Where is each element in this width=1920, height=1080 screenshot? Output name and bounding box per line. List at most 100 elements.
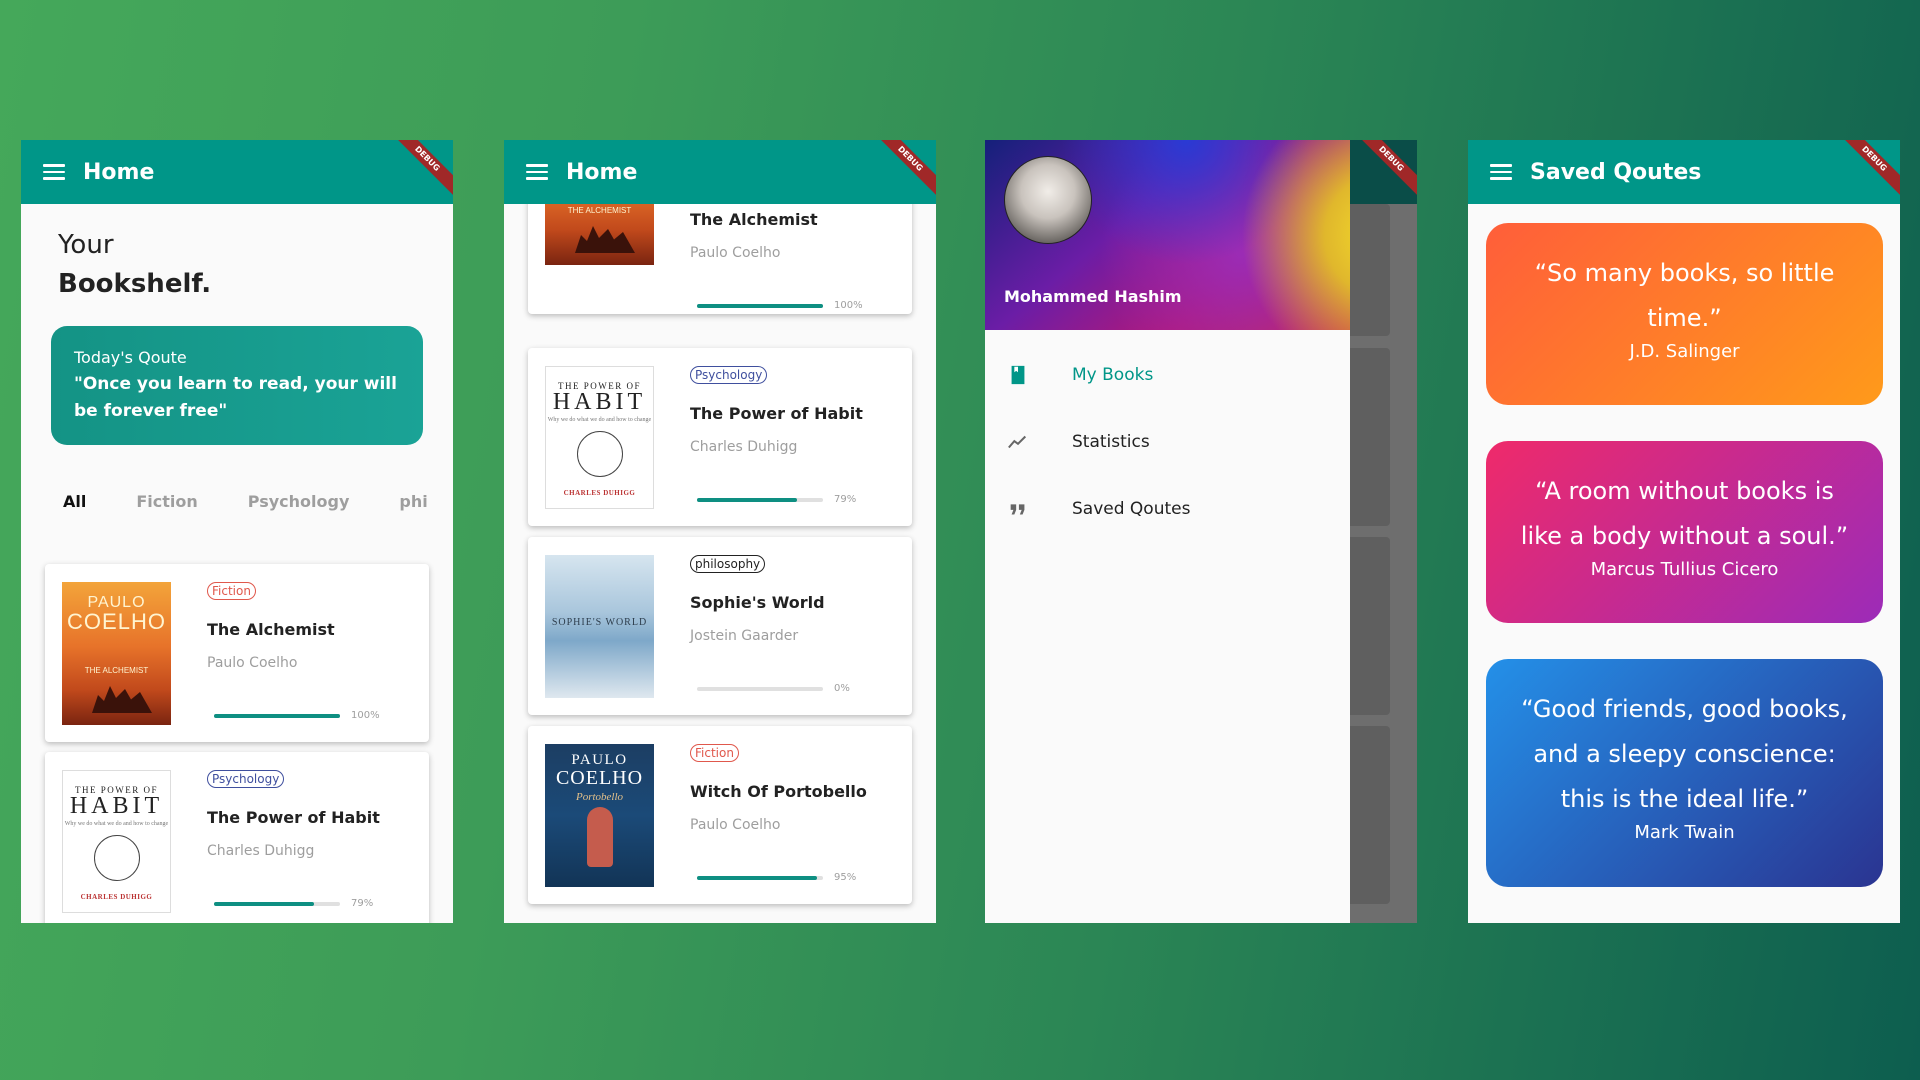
- progress-fill: [214, 902, 314, 906]
- tab-all[interactable]: All: [63, 492, 86, 511]
- book-title: Witch Of Portobello: [690, 782, 867, 801]
- book-title: Sophie's World: [690, 593, 825, 612]
- book-cover-habit: THE POWER OF HABIT Why we do what we do …: [545, 366, 654, 509]
- quote-label: Today's Qoute: [74, 348, 187, 367]
- screen-home-top: Home DEBUG Your Bookshelf. Today's Qoute…: [21, 140, 453, 923]
- avatar[interactable]: [1004, 156, 1092, 244]
- genre-tag: Psychology: [690, 366, 768, 384]
- navigation-drawer: Mohammed Hashim My Books Statistics Save…: [985, 140, 1350, 923]
- quote-card[interactable]: “A room without books is like a body wit…: [1486, 441, 1883, 623]
- quote-icon: [1010, 504, 1025, 515]
- quote-author: Marcus Tullius Cicero: [1590, 559, 1779, 580]
- drawer-item-label: Statistics: [1072, 432, 1150, 452]
- book-icon: [1011, 365, 1025, 385]
- cover-illustration: [92, 686, 152, 713]
- reading-progress-bar: [697, 687, 823, 691]
- genre-tag: Psychology: [207, 770, 285, 788]
- category-tabs: All Fiction Psychology phi: [63, 492, 453, 511]
- cover-illustration: [576, 431, 623, 477]
- book-card[interactable]: PAULO COELHO THE ALCHEMIST Fiction The A…: [45, 564, 429, 742]
- genre-tag: Fiction: [207, 582, 256, 600]
- tab-fiction[interactable]: Fiction: [136, 492, 197, 511]
- book-card[interactable]: PAULO COELHO Portobello Fiction Witch Of…: [528, 726, 912, 904]
- heading-line-2: Bookshelf.: [58, 269, 212, 299]
- cover-subtitle: Why we do what we do and how to change: [547, 417, 652, 423]
- app-bar-title: Home: [566, 159, 638, 185]
- cover-illustration: [575, 226, 635, 253]
- drawer-item-saved-quotes[interactable]: Saved Qoutes: [985, 481, 1350, 537]
- progress-label: 79%: [351, 898, 374, 909]
- reading-progress-bar: [697, 498, 823, 502]
- app-bar: Saved Qoutes DEBUG: [1468, 140, 1900, 207]
- progress-label: 95%: [834, 872, 857, 883]
- book-title: The Power of Habit: [207, 808, 380, 827]
- book-author: Charles Duhigg: [207, 843, 315, 859]
- genre-tag: philosophy: [690, 555, 766, 573]
- trending-icon: [1008, 435, 1027, 449]
- book-title: The Alchemist: [207, 620, 335, 639]
- book-title: The Power of Habit: [690, 404, 863, 423]
- cover-title: THE ALCHEMIST: [567, 206, 632, 215]
- book-author: Paulo Coelho: [690, 817, 781, 833]
- book-card[interactable]: SOPHIE'S WORLD philosophy Sophie's World…: [528, 537, 912, 715]
- tab-psychology[interactable]: Psychology: [248, 492, 350, 511]
- reading-progress-bar: [697, 304, 823, 308]
- tab-philosophy[interactable]: phi: [399, 492, 427, 511]
- book-card[interactable]: THE POWER OF HABIT Why we do what we do …: [45, 752, 429, 923]
- progress-fill: [214, 714, 340, 718]
- todays-quote-card[interactable]: Today's Qoute "Once you learn to read, y…: [51, 326, 423, 445]
- book-cover-witch-of-portobello: PAULO COELHO Portobello: [545, 744, 654, 887]
- quote-text: "Once you learn to read, your will be fo…: [74, 374, 397, 421]
- menu-icon[interactable]: [43, 164, 65, 180]
- cover-main-title: HABIT: [69, 793, 164, 819]
- cover-title: Portobello: [575, 791, 624, 803]
- screen-saved-quotes: Saved Qoutes DEBUG “So many books, so li…: [1468, 140, 1900, 923]
- quote-text: “Good friends, good books, and a sleepy …: [1521, 695, 1848, 813]
- quote-author: J.D. Salinger: [1629, 341, 1740, 362]
- screen-navigation-drawer: DEBUG Mohammed Hashim My Books Statistic…: [985, 140, 1417, 923]
- cover-title: SOPHIE'S WORLD: [551, 617, 648, 628]
- cover-illustration: [586, 807, 613, 867]
- reading-progress-bar: [214, 714, 340, 718]
- drawer-item-label: My Books: [1072, 365, 1154, 385]
- cover-illustration: [93, 835, 140, 881]
- progress-fill: [697, 304, 823, 308]
- book-cover-habit: THE POWER OF HABIT Why we do what we do …: [62, 770, 171, 913]
- quote-card[interactable]: “Good friends, good books, and a sleepy …: [1486, 659, 1883, 887]
- book-cover-alchemist: PAULO COELHO THE ALCHEMIST: [62, 582, 171, 725]
- page-title: Your Bookshelf.: [58, 226, 211, 304]
- quote-author: Mark Twain: [1634, 822, 1735, 843]
- reading-progress-bar: [697, 876, 823, 880]
- debug-banner: DEBUG: [862, 140, 936, 207]
- progress-fill: [697, 876, 817, 880]
- app-bar: Home DEBUG: [504, 140, 936, 207]
- progress-fill: [697, 498, 797, 502]
- app-bar-title: Home: [83, 159, 155, 185]
- user-name: Mohammed Hashim: [1004, 287, 1182, 306]
- drawer-item-statistics[interactable]: Statistics: [985, 414, 1350, 470]
- progress-label: 100%: [351, 710, 380, 721]
- book-author: Charles Duhigg: [690, 439, 798, 455]
- cover-author: CHARLES DUHIGG: [80, 893, 153, 901]
- cover-author-2: COELHO: [67, 609, 166, 634]
- screen-home-scrolled: Home DEBUG PAULO COELHO THE ALCHEMIST Th…: [504, 140, 936, 923]
- debug-banner: DEBUG: [379, 140, 453, 207]
- book-card[interactable]: THE POWER OF HABIT Why we do what we do …: [528, 348, 912, 526]
- cover-subtitle: Why we do what we do and how to change: [64, 821, 169, 827]
- cover-author: CHARLES DUHIGG: [563, 489, 636, 497]
- progress-label: 79%: [834, 494, 857, 505]
- genre-tag: Fiction: [690, 744, 739, 762]
- heading-line-1: Your: [58, 230, 114, 260]
- drawer-item-my-books[interactable]: My Books: [985, 347, 1350, 403]
- book-author: Paulo Coelho: [690, 245, 781, 261]
- app-bar: Home DEBUG: [21, 140, 453, 207]
- drawer-header: Mohammed Hashim: [985, 140, 1350, 330]
- debug-banner: DEBUG: [1826, 140, 1900, 207]
- progress-label: 100%: [834, 300, 863, 311]
- cover-main-title: HABIT: [552, 389, 647, 415]
- menu-icon[interactable]: [1490, 164, 1512, 180]
- book-cover-sophies-world: SOPHIE'S WORLD: [545, 555, 654, 698]
- drawer-item-label: Saved Qoutes: [1072, 499, 1191, 519]
- menu-icon[interactable]: [526, 164, 548, 180]
- quote-card[interactable]: “So many books, so little time.” J.D. Sa…: [1486, 223, 1883, 405]
